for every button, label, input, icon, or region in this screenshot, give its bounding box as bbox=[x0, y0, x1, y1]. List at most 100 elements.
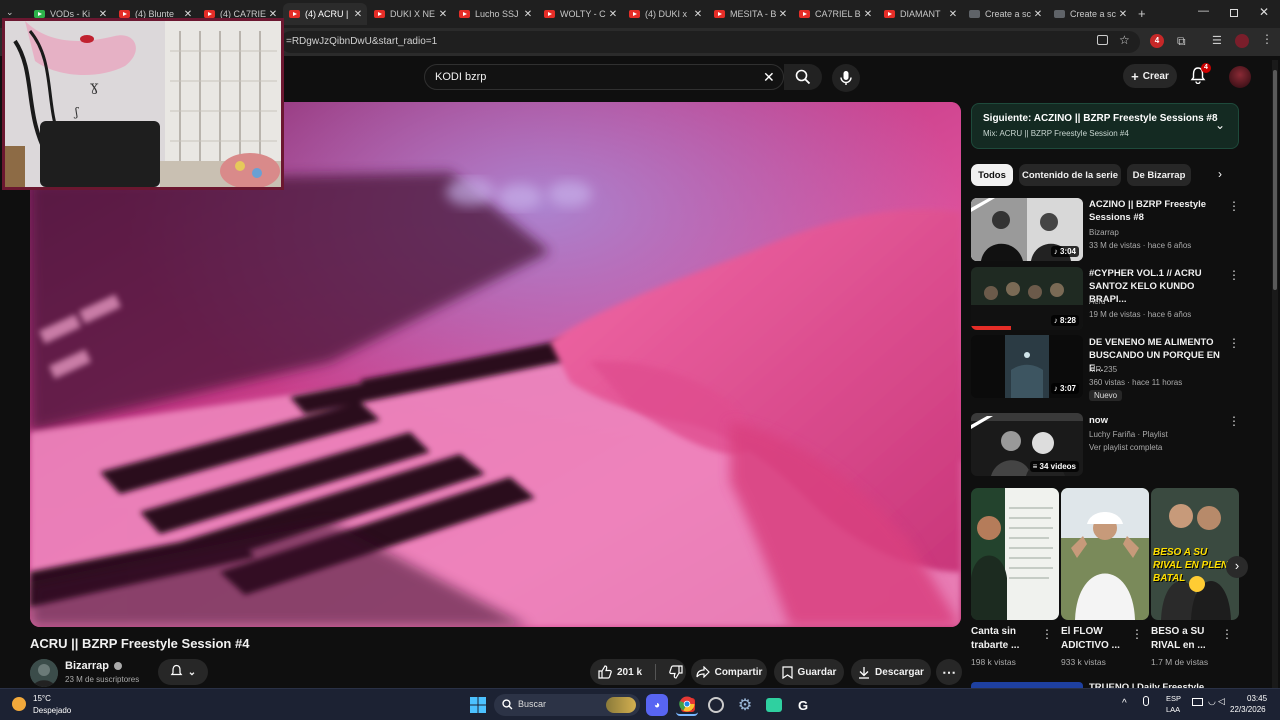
reading-list-icon[interactable]: ☰ bbox=[1212, 34, 1222, 47]
start-button[interactable] bbox=[467, 694, 489, 716]
channel-name[interactable]: Bizarrap bbox=[65, 660, 123, 672]
display-icon[interactable] bbox=[1192, 698, 1203, 706]
tab-close-icon[interactable]: ✕ bbox=[946, 9, 960, 20]
app-icon-teal[interactable] bbox=[763, 694, 785, 716]
rec-title[interactable]: #CYPHER VOL.1 // ACRU SANTOZ KELO KUNDO B… bbox=[1089, 267, 1221, 306]
network-icon[interactable]: ◡ bbox=[1208, 696, 1216, 707]
browser-tab[interactable]: DUKI X NE ✕ bbox=[368, 3, 452, 25]
rec-thumbnail[interactable]: ♪ 3:04 bbox=[971, 198, 1083, 261]
chrome-icon[interactable] bbox=[676, 694, 698, 716]
search-input[interactable]: KODI bzrp bbox=[435, 71, 486, 83]
tab-close-icon[interactable]: ✕ bbox=[606, 9, 620, 20]
tab-close-icon[interactable]: ✕ bbox=[691, 9, 705, 20]
view-full-playlist-link[interactable]: Ver playlist completa bbox=[1089, 443, 1162, 452]
chevron-right-icon[interactable]: › bbox=[1218, 167, 1222, 181]
short-title[interactable]: Canta sin trabarte ... bbox=[971, 625, 1037, 653]
tab-close-icon[interactable]: ✕ bbox=[776, 9, 790, 20]
short-thumbnail[interactable]: BESO A SU RIVAL EN PLENA BATAL bbox=[1151, 488, 1239, 620]
discord-icon[interactable]: ◕ bbox=[646, 694, 668, 716]
save-button[interactable]: Guardar bbox=[774, 659, 844, 685]
chip-de-bizarrap[interactable]: De Bizarrap bbox=[1127, 164, 1191, 186]
more-options-icon[interactable]: ⋮ bbox=[1041, 627, 1053, 641]
browser-tab[interactable]: Lucho SSJ ✕ bbox=[453, 3, 537, 25]
chip-todos[interactable]: Todos bbox=[971, 164, 1013, 186]
more-actions-button[interactable]: ⋯ bbox=[936, 659, 962, 685]
address-bar[interactable]: =RDgwJzQibnDwU&start_radio=1 bbox=[280, 31, 1140, 53]
new-tab-button[interactable]: + bbox=[1138, 6, 1146, 21]
chip-contenido-serie[interactable]: Contenido de la serie bbox=[1019, 164, 1121, 186]
browser-menu-icon[interactable]: ⋮ bbox=[1261, 32, 1273, 46]
playlist-thumbnail[interactable]: ≡ 34 videos bbox=[971, 413, 1083, 476]
browser-tab[interactable]: CA7RIEL B ✕ bbox=[793, 3, 877, 25]
like-button[interactable]: 201 k bbox=[598, 665, 642, 679]
download-button[interactable]: Descargar bbox=[851, 659, 931, 685]
app-icon-g[interactable]: G bbox=[792, 694, 814, 716]
search-button[interactable] bbox=[784, 64, 822, 90]
rec-thumbnail[interactable]: ♪ 8:28 bbox=[971, 267, 1083, 330]
tab-close-icon[interactable]: ✕ bbox=[521, 9, 535, 20]
bookmark-star-icon[interactable]: ☆ bbox=[1119, 33, 1130, 47]
short-title[interactable]: BESO a SU RIVAL en ... bbox=[1151, 625, 1217, 653]
more-options-icon[interactable]: ⋮ bbox=[1221, 627, 1233, 641]
language-indicator-2[interactable]: LAA bbox=[1166, 705, 1180, 714]
rec-thumbnail[interactable]: ♪ 3:07 bbox=[971, 335, 1083, 398]
browser-tab[interactable]: (4) ACRU | ✕ bbox=[283, 3, 367, 25]
playlist-title[interactable]: now bbox=[1089, 414, 1221, 427]
search-box[interactable]: KODI bzrp ✕ bbox=[424, 64, 784, 90]
rec-channel[interactable]: Acru bbox=[1089, 297, 1105, 306]
extensions-icon[interactable]: ⧉ bbox=[1177, 34, 1186, 49]
clock-date[interactable]: 22/3/2026 bbox=[1230, 705, 1266, 714]
more-options-icon[interactable]: ⋮ bbox=[1228, 268, 1240, 282]
language-indicator-1[interactable]: ESP bbox=[1166, 694, 1181, 703]
rec-channel[interactable]: Bizarrap bbox=[1089, 228, 1119, 237]
taskbar-search[interactable]: Buscar bbox=[494, 694, 640, 716]
more-options-icon[interactable]: ⋮ bbox=[1228, 414, 1240, 428]
steam-icon[interactable] bbox=[705, 694, 727, 716]
share-button[interactable]: Compartir bbox=[691, 659, 767, 685]
extension-badge-icon[interactable]: 4 bbox=[1150, 34, 1164, 48]
browser-tab[interactable]: WOLTY - C ✕ bbox=[538, 3, 622, 25]
browser-tab[interactable]: Create a sc ✕ bbox=[1048, 3, 1132, 25]
weather-widget[interactable]: 15°C Despejado bbox=[12, 693, 102, 717]
more-options-icon[interactable]: ⋮ bbox=[1228, 199, 1240, 213]
tab-close-icon[interactable]: ✕ bbox=[436, 9, 450, 20]
browser-tab[interactable]: (4) DUKI x ✕ bbox=[623, 3, 707, 25]
clock-time[interactable]: 03:45 bbox=[1247, 694, 1267, 703]
notifications-button[interactable]: 4 bbox=[1190, 63, 1212, 88]
short-title[interactable]: El FLOW ADICTIVO ... bbox=[1061, 625, 1127, 653]
tab-close-icon[interactable]: ✕ bbox=[351, 9, 365, 20]
shorts-next-button[interactable]: › bbox=[1226, 556, 1248, 578]
account-avatar[interactable] bbox=[1229, 66, 1251, 88]
more-options-icon[interactable]: ⋮ bbox=[1131, 627, 1143, 641]
rec-channel[interactable]: MR 235 bbox=[1089, 365, 1117, 374]
playlist-owner[interactable]: Luchy Fariña · Playlist bbox=[1089, 430, 1168, 439]
browser-tab[interactable]: Create a sc ✕ bbox=[963, 3, 1047, 25]
short-thumbnail[interactable] bbox=[1061, 488, 1149, 620]
page-scrollbar[interactable] bbox=[1272, 60, 1278, 688]
chevron-down-icon[interactable]: ⌄ bbox=[1215, 118, 1225, 132]
up-next-panel[interactable]: Siguiente: ACZINO || BZRP Freestyle Sess… bbox=[971, 103, 1239, 149]
voice-search-button[interactable] bbox=[832, 64, 860, 92]
tab-close-icon[interactable]: ✕ bbox=[861, 9, 875, 20]
rec-title[interactable]: ACZINO || BZRP Freestyle Sessions #8 bbox=[1089, 198, 1221, 224]
subscribe-bell-button[interactable]: ⌄ bbox=[158, 659, 208, 685]
tray-mic-icon[interactable] bbox=[1143, 696, 1149, 706]
browser-tab[interactable]: DIAMANT ✕ bbox=[878, 3, 962, 25]
install-icon[interactable] bbox=[1097, 35, 1108, 45]
channel-avatar[interactable] bbox=[30, 659, 58, 687]
more-options-icon[interactable]: ⋮ bbox=[1228, 336, 1240, 350]
clear-search-icon[interactable]: ✕ bbox=[763, 69, 775, 86]
tray-chevron-up-icon[interactable]: ^ bbox=[1122, 698, 1127, 709]
browser-tab[interactable]: MESITA - B ✕ bbox=[708, 3, 792, 25]
window-close-icon[interactable]: ✕ bbox=[1259, 5, 1269, 19]
volume-icon[interactable]: ◁ bbox=[1218, 696, 1225, 707]
short-thumbnail[interactable] bbox=[971, 488, 1059, 620]
tab-search-icon[interactable]: ⌄ bbox=[6, 7, 14, 18]
dislike-button[interactable] bbox=[669, 665, 683, 679]
scrollbar-thumb[interactable] bbox=[1273, 70, 1277, 290]
window-minimize-icon[interactable]: — bbox=[1198, 5, 1209, 17]
window-restore-icon[interactable] bbox=[1230, 9, 1238, 17]
tab-close-icon[interactable]: ✕ bbox=[1031, 9, 1045, 20]
settings-gear-icon[interactable]: ⚙ bbox=[734, 694, 756, 716]
create-button[interactable]: + Crear bbox=[1123, 64, 1177, 88]
